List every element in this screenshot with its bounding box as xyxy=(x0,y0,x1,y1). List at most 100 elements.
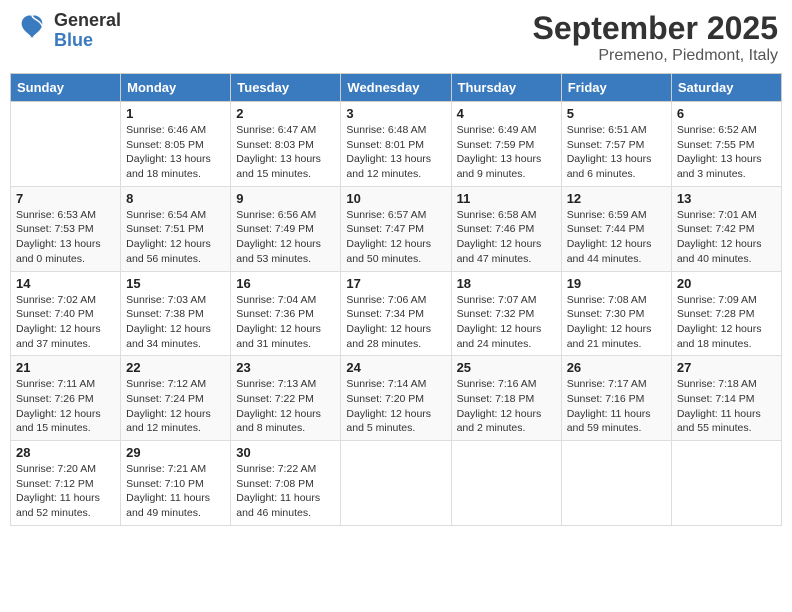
weekday-header: Saturday xyxy=(671,74,781,102)
calendar-cell: 8 Sunrise: 6:54 AM Sunset: 7:51 PM Daylig… xyxy=(121,186,231,271)
weekday-header: Tuesday xyxy=(231,74,341,102)
day-number: 18 xyxy=(457,276,556,291)
day-number: 15 xyxy=(126,276,225,291)
day-number: 12 xyxy=(567,191,666,206)
calendar-cell xyxy=(341,441,451,526)
day-number: 8 xyxy=(126,191,225,206)
day-info: Sunrise: 7:08 AM Sunset: 7:30 PM Dayligh… xyxy=(567,293,666,352)
logo-text: General Blue xyxy=(54,11,121,51)
day-number: 4 xyxy=(457,106,556,121)
day-number: 23 xyxy=(236,360,335,375)
day-info: Sunrise: 6:57 AM Sunset: 7:47 PM Dayligh… xyxy=(346,208,445,267)
calendar-cell xyxy=(451,441,561,526)
calendar-cell: 20 Sunrise: 7:09 AM Sunset: 7:28 PM Dayli… xyxy=(671,271,781,356)
day-info: Sunrise: 7:11 AM Sunset: 7:26 PM Dayligh… xyxy=(16,377,115,436)
calendar-cell: 29 Sunrise: 7:21 AM Sunset: 7:10 PM Dayli… xyxy=(121,441,231,526)
day-info: Sunrise: 7:14 AM Sunset: 7:20 PM Dayligh… xyxy=(346,377,445,436)
calendar-cell: 30Sunrise: 7:22 AM Sunset: 7:08 PM Dayli… xyxy=(231,441,341,526)
calendar-cell: 12 Sunrise: 6:59 AM Sunset: 7:44 PM Dayli… xyxy=(561,186,671,271)
calendar-cell: 19 Sunrise: 7:08 AM Sunset: 7:30 PM Dayli… xyxy=(561,271,671,356)
day-info: Sunrise: 7:16 AM Sunset: 7:18 PM Dayligh… xyxy=(457,377,556,436)
day-info: Sunrise: 6:56 AM Sunset: 7:49 PM Dayligh… xyxy=(236,208,335,267)
day-info: Sunrise: 7:01 AM Sunset: 7:42 PM Dayligh… xyxy=(677,208,776,267)
day-info: Sunrise: 7:07 AM Sunset: 7:32 PM Dayligh… xyxy=(457,293,556,352)
calendar-cell: 14 Sunrise: 7:02 AM Sunset: 7:40 PM Dayli… xyxy=(11,271,121,356)
calendar-cell xyxy=(561,441,671,526)
calendar-cell xyxy=(11,102,121,187)
calendar-cell: 10 Sunrise: 6:57 AM Sunset: 7:47 PM Dayli… xyxy=(341,186,451,271)
calendar-week-row: 28 Sunrise: 7:20 AM Sunset: 7:12 PM Dayli… xyxy=(11,441,782,526)
title-block: September 2025 Premeno, Piedmont, Italy xyxy=(533,10,778,65)
logo-bird-icon xyxy=(14,10,50,51)
location-title: Premeno, Piedmont, Italy xyxy=(533,47,778,65)
day-number: 20 xyxy=(677,276,776,291)
calendar-cell: 18 Sunrise: 7:07 AM Sunset: 7:32 PM Dayli… xyxy=(451,271,561,356)
day-info: Sunrise: 6:49 AM Sunset: 7:59 PM Dayligh… xyxy=(457,123,556,182)
day-number: 9 xyxy=(236,191,335,206)
calendar-cell: 28 Sunrise: 7:20 AM Sunset: 7:12 PM Dayli… xyxy=(11,441,121,526)
day-number: 25 xyxy=(457,360,556,375)
weekday-header: Thursday xyxy=(451,74,561,102)
day-number: 28 xyxy=(16,445,115,460)
weekday-header: Monday xyxy=(121,74,231,102)
day-info: Sunrise: 7:12 AM Sunset: 7:24 PM Dayligh… xyxy=(126,377,225,436)
calendar-cell: 13 Sunrise: 7:01 AM Sunset: 7:42 PM Dayli… xyxy=(671,186,781,271)
day-number: 13 xyxy=(677,191,776,206)
calendar-week-row: 1 Sunrise: 6:46 AM Sunset: 8:05 PM Daylig… xyxy=(11,102,782,187)
day-info: Sunrise: 6:48 AM Sunset: 8:01 PM Dayligh… xyxy=(346,123,445,182)
day-info: Sunrise: 6:51 AM Sunset: 7:57 PM Dayligh… xyxy=(567,123,666,182)
calendar-cell: 1 Sunrise: 6:46 AM Sunset: 8:05 PM Daylig… xyxy=(121,102,231,187)
day-info: Sunrise: 7:02 AM Sunset: 7:40 PM Dayligh… xyxy=(16,293,115,352)
day-number: 10 xyxy=(346,191,445,206)
calendar-cell: 3 Sunrise: 6:48 AM Sunset: 8:01 PM Daylig… xyxy=(341,102,451,187)
day-info: Sunrise: 6:53 AM Sunset: 7:53 PM Dayligh… xyxy=(16,208,115,267)
calendar-cell: 27Sunrise: 7:18 AM Sunset: 7:14 PM Dayli… xyxy=(671,356,781,441)
calendar-week-row: 7Sunrise: 6:53 AM Sunset: 7:53 PM Daylig… xyxy=(11,186,782,271)
day-number: 24 xyxy=(346,360,445,375)
weekday-header-row: SundayMondayTuesdayWednesdayThursdayFrid… xyxy=(11,74,782,102)
day-info: Sunrise: 7:06 AM Sunset: 7:34 PM Dayligh… xyxy=(346,293,445,352)
day-number: 21 xyxy=(16,360,115,375)
day-number: 17 xyxy=(346,276,445,291)
logo: General Blue xyxy=(14,10,121,51)
day-info: Sunrise: 7:09 AM Sunset: 7:28 PM Dayligh… xyxy=(677,293,776,352)
day-info: Sunrise: 6:47 AM Sunset: 8:03 PM Dayligh… xyxy=(236,123,335,182)
calendar-week-row: 14 Sunrise: 7:02 AM Sunset: 7:40 PM Dayli… xyxy=(11,271,782,356)
calendar-cell: 7Sunrise: 6:53 AM Sunset: 7:53 PM Daylig… xyxy=(11,186,121,271)
weekday-header: Wednesday xyxy=(341,74,451,102)
day-info: Sunrise: 6:52 AM Sunset: 7:55 PM Dayligh… xyxy=(677,123,776,182)
calendar-cell: 5Sunrise: 6:51 AM Sunset: 7:57 PM Daylig… xyxy=(561,102,671,187)
day-info: Sunrise: 7:20 AM Sunset: 7:12 PM Dayligh… xyxy=(16,462,115,521)
day-info: Sunrise: 7:04 AM Sunset: 7:36 PM Dayligh… xyxy=(236,293,335,352)
day-number: 19 xyxy=(567,276,666,291)
day-number: 29 xyxy=(126,445,225,460)
day-number: 11 xyxy=(457,191,556,206)
calendar-cell: 22 Sunrise: 7:12 AM Sunset: 7:24 PM Dayli… xyxy=(121,356,231,441)
calendar-cell: 25 Sunrise: 7:16 AM Sunset: 7:18 PM Dayli… xyxy=(451,356,561,441)
day-info: Sunrise: 6:59 AM Sunset: 7:44 PM Dayligh… xyxy=(567,208,666,267)
calendar-cell: 4 Sunrise: 6:49 AM Sunset: 7:59 PM Daylig… xyxy=(451,102,561,187)
day-number: 30 xyxy=(236,445,335,460)
day-number: 1 xyxy=(126,106,225,121)
calendar-cell: 6Sunrise: 6:52 AM Sunset: 7:55 PM Daylig… xyxy=(671,102,781,187)
page-header: General Blue September 2025 Premeno, Pie… xyxy=(10,10,782,65)
month-title: September 2025 xyxy=(533,10,778,47)
day-number: 14 xyxy=(16,276,115,291)
day-info: Sunrise: 7:13 AM Sunset: 7:22 PM Dayligh… xyxy=(236,377,335,436)
day-info: Sunrise: 6:54 AM Sunset: 7:51 PM Dayligh… xyxy=(126,208,225,267)
day-info: Sunrise: 7:17 AM Sunset: 7:16 PM Dayligh… xyxy=(567,377,666,436)
calendar-cell: 2 Sunrise: 6:47 AM Sunset: 8:03 PM Daylig… xyxy=(231,102,341,187)
day-info: Sunrise: 6:46 AM Sunset: 8:05 PM Dayligh… xyxy=(126,123,225,182)
calendar-week-row: 21 Sunrise: 7:11 AM Sunset: 7:26 PM Dayli… xyxy=(11,356,782,441)
day-number: 2 xyxy=(236,106,335,121)
calendar-cell xyxy=(671,441,781,526)
day-info: Sunrise: 7:21 AM Sunset: 7:10 PM Dayligh… xyxy=(126,462,225,521)
day-number: 26 xyxy=(567,360,666,375)
weekday-header: Sunday xyxy=(11,74,121,102)
calendar-cell: 24 Sunrise: 7:14 AM Sunset: 7:20 PM Dayli… xyxy=(341,356,451,441)
day-number: 3 xyxy=(346,106,445,121)
day-info: Sunrise: 7:03 AM Sunset: 7:38 PM Dayligh… xyxy=(126,293,225,352)
day-info: Sunrise: 7:18 AM Sunset: 7:14 PM Dayligh… xyxy=(677,377,776,436)
weekday-header: Friday xyxy=(561,74,671,102)
day-number: 22 xyxy=(126,360,225,375)
